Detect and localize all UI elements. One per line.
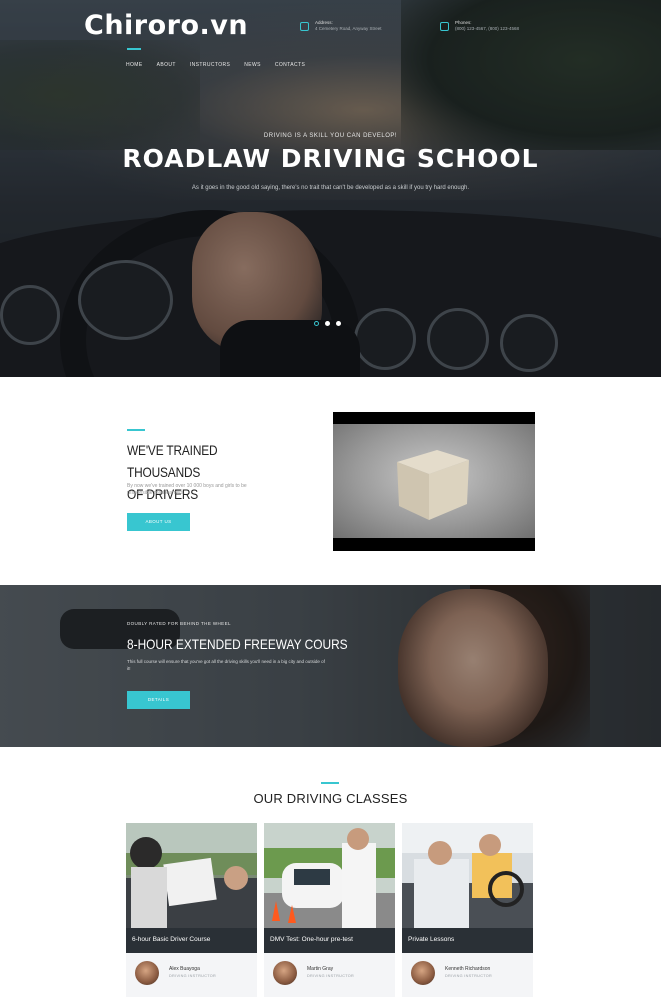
instructor-name: Kenneth Richardson bbox=[445, 966, 491, 972]
class-image-private-lessons bbox=[402, 823, 533, 928]
phones-value[interactable]: (800) 123-4567, (800) 123-4568 bbox=[455, 26, 519, 32]
class-title[interactable]: DMV Test: One-hour pre-test bbox=[270, 936, 353, 943]
nav-active-indicator bbox=[127, 48, 141, 50]
instructor-avatar bbox=[273, 961, 297, 985]
class-title-band: DMV Test: One-hour pre-test bbox=[264, 928, 395, 953]
class-title-band: 6-hour Basic Driver Course bbox=[126, 928, 257, 953]
details-button[interactable]: DETAILS bbox=[127, 691, 190, 709]
nav-item-contacts[interactable]: CONTACTS bbox=[275, 62, 305, 68]
trained-title-line1: WE'VE TRAINED THOUSANDS bbox=[127, 442, 218, 480]
trained-section: WE'VE TRAINED THOUSANDS OF DRIVERS By no… bbox=[0, 377, 661, 585]
video-player[interactable] bbox=[333, 412, 535, 551]
about-us-button[interactable]: ABOUT US bbox=[127, 513, 190, 531]
instructor-role: DRIVING INSTRUCTOR bbox=[169, 974, 217, 978]
class-card[interactable]: DMV Test: One-hour pre-test Martin Gray … bbox=[264, 823, 395, 997]
classes-title: OUR DRIVING CLASSES bbox=[253, 791, 408, 806]
section-accent-line bbox=[127, 429, 145, 431]
driving-classes-section: OUR DRIVING CLASSES 6-hour Basic Driver … bbox=[0, 747, 661, 997]
instructor-avatar bbox=[411, 961, 435, 985]
section-accent-line bbox=[321, 782, 339, 784]
freeway-eyebrow: DOUBLY RATED FOR BEHIND THE WHEEL bbox=[127, 621, 231, 626]
banner-overlay bbox=[0, 585, 661, 747]
instructor-name: Martin Gray bbox=[307, 966, 334, 972]
hero-section: Chiroro.vn HOME ABOUT INSTRUCTORS NEWS C… bbox=[0, 0, 661, 377]
box-image bbox=[397, 450, 469, 520]
hero-subtitle: As it goes in the good old saying, there… bbox=[191, 185, 470, 191]
hero-title: ROADLAW DRIVING SCHOOL bbox=[122, 144, 539, 173]
freeway-text: This full course will ensure that you've… bbox=[127, 659, 325, 671]
slider-dot-3[interactable] bbox=[336, 321, 341, 326]
address-value: 4 Cemetery Road, Anyway Street bbox=[315, 26, 382, 31]
nav-item-about[interactable]: ABOUT bbox=[157, 62, 176, 68]
class-card[interactable]: Private Lessons Kenneth Richardson DRIVI… bbox=[402, 823, 533, 997]
instructor-name: Alex Buayoga bbox=[169, 966, 200, 972]
class-title-band: Private Lessons bbox=[402, 928, 533, 953]
phone-icon bbox=[440, 22, 449, 31]
class-title[interactable]: Private Lessons bbox=[408, 936, 454, 943]
nav-item-instructors[interactable]: INSTRUCTORS bbox=[190, 62, 230, 68]
header-address: Address: 4 Cemetery Road, Anyway Street bbox=[300, 20, 382, 32]
nav-item-home[interactable]: HOME bbox=[126, 62, 143, 68]
instructor-avatar bbox=[135, 961, 159, 985]
freeway-course-banner: DOUBLY RATED FOR BEHIND THE WHEEL 8-HOUR… bbox=[0, 585, 661, 747]
video-frame bbox=[333, 424, 535, 538]
class-card[interactable]: 6-hour Basic Driver Course Alex Buayoga … bbox=[126, 823, 257, 997]
classes-grid: 6-hour Basic Driver Course Alex Buayoga … bbox=[126, 823, 533, 997]
class-title[interactable]: 6-hour Basic Driver Course bbox=[132, 936, 210, 943]
trained-text: By now we've trained over 10 000 boys an… bbox=[127, 483, 247, 496]
main-nav: HOME ABOUT INSTRUCTORS NEWS CONTACTS bbox=[126, 62, 305, 68]
hero-eyebrow: DRIVING IS A SKILL YOU CAN DEVELOP! bbox=[263, 133, 398, 139]
location-icon bbox=[300, 22, 309, 31]
slider-dots bbox=[314, 321, 341, 326]
header-phones: Phones: (800) 123-4567, (800) 123-4568 bbox=[440, 20, 519, 32]
class-image-basic-course bbox=[126, 823, 257, 928]
slider-dot-2[interactable] bbox=[325, 321, 330, 326]
freeway-title: 8-HOUR EXTENDED FREEWAY COURS bbox=[127, 636, 348, 652]
nav-item-news[interactable]: NEWS bbox=[244, 62, 261, 68]
slider-dot-1[interactable] bbox=[314, 321, 319, 326]
instructor-role: DRIVING INSTRUCTOR bbox=[307, 974, 355, 978]
class-image-dmv-test bbox=[264, 823, 395, 928]
instructor-role: DRIVING INSTRUCTOR bbox=[445, 974, 493, 978]
watermark-logo: Chiroro.vn bbox=[84, 10, 249, 41]
